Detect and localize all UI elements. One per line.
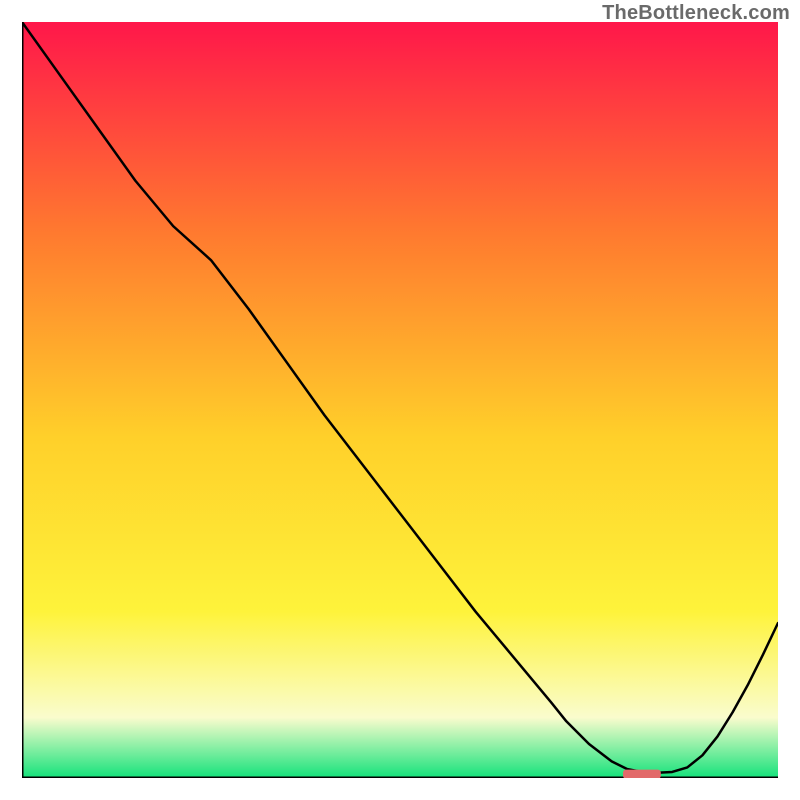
gradient-background xyxy=(22,22,778,778)
optimum-marker xyxy=(623,770,661,778)
plot-area xyxy=(22,22,778,778)
chart-svg xyxy=(22,22,778,778)
watermark-text: TheBottleneck.com xyxy=(602,2,790,25)
chart-container: TheBottleneck.com xyxy=(0,0,800,800)
